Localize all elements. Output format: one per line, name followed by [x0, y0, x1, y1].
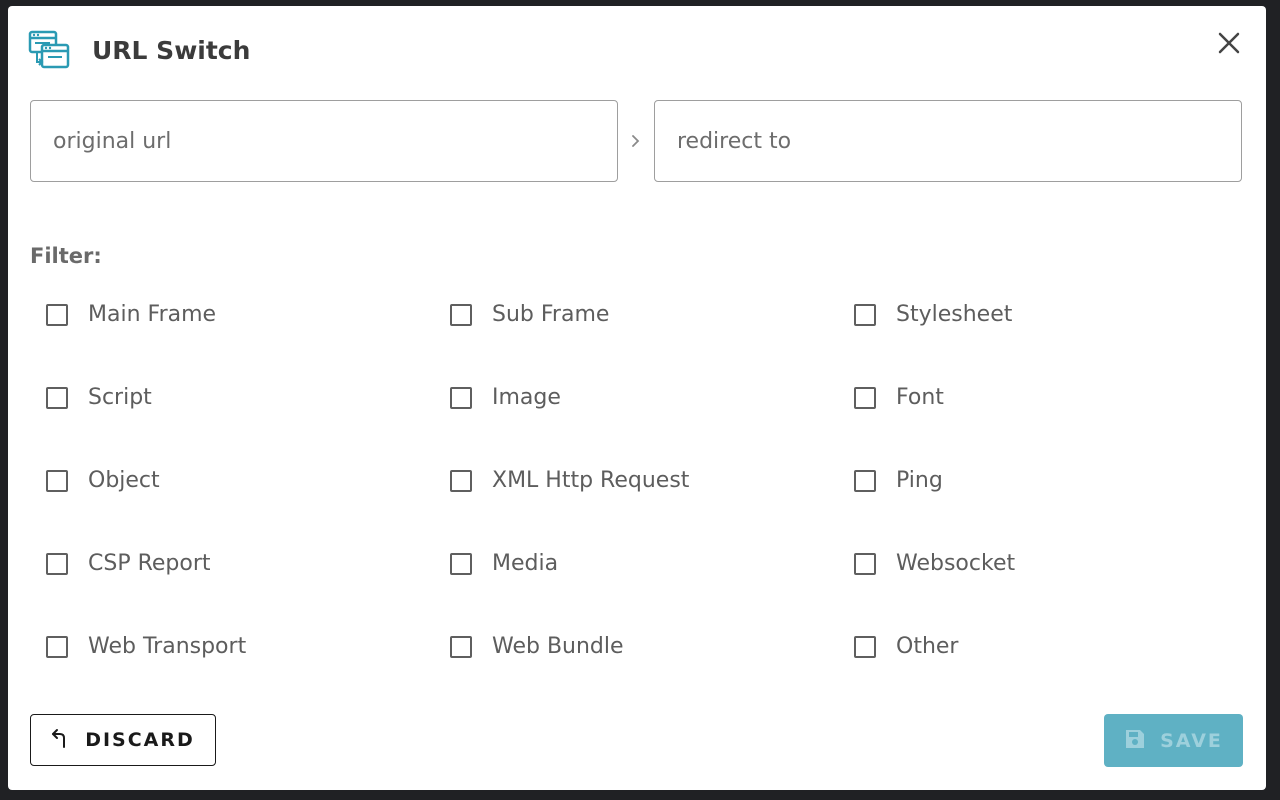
filter-option-label: XML Http Request	[492, 468, 690, 493]
url-switch-app-icon	[28, 29, 70, 71]
sub-frame-checkbox[interactable]	[450, 304, 472, 326]
filter-option-label: Object	[88, 468, 160, 493]
object-checkbox[interactable]	[46, 470, 68, 492]
other-checkbox[interactable]	[854, 636, 876, 658]
font-checkbox[interactable]	[854, 387, 876, 409]
filter-xml-http-request[interactable]: XML Http Request	[450, 463, 854, 546]
original-url-input[interactable]	[30, 100, 618, 182]
web-transport-checkbox[interactable]	[46, 636, 68, 658]
filter-web-bundle[interactable]: Web Bundle	[450, 629, 854, 712]
filter-script[interactable]: Script	[46, 380, 450, 463]
dialog-header: URL Switch	[28, 28, 250, 72]
filter-media[interactable]: Media	[450, 546, 854, 629]
filter-image[interactable]: Image	[450, 380, 854, 463]
save-label: SAVE	[1160, 729, 1223, 752]
filter-option-label: CSP Report	[88, 551, 211, 576]
filter-ping[interactable]: Ping	[854, 463, 1226, 546]
filter-websocket[interactable]: Websocket	[854, 546, 1226, 629]
filter-option-label: Main Frame	[88, 302, 217, 327]
filter-option-label: Media	[492, 551, 559, 576]
dialog-title: URL Switch	[92, 35, 251, 65]
stylesheet-checkbox[interactable]	[854, 304, 876, 326]
ping-checkbox[interactable]	[854, 470, 876, 492]
filter-other[interactable]: Other	[854, 629, 1226, 712]
filter-option-label: Stylesheet	[896, 302, 1013, 327]
filter-stylesheet[interactable]: Stylesheet	[854, 297, 1226, 380]
filter-option-label: Web Bundle	[492, 634, 624, 659]
close-icon[interactable]	[1214, 28, 1244, 58]
filter-main-frame[interactable]: Main Frame	[46, 297, 450, 380]
filter-option-label: Sub Frame	[492, 302, 610, 327]
filter-csp-report[interactable]: CSP Report	[46, 546, 450, 629]
web-bundle-checkbox[interactable]	[450, 636, 472, 658]
url-mapping-row	[30, 100, 1244, 184]
filter-font[interactable]: Font	[854, 380, 1226, 463]
filter-web-transport[interactable]: Web Transport	[46, 629, 450, 712]
main-frame-checkbox[interactable]	[46, 304, 68, 326]
xml-http-request-checkbox[interactable]	[450, 470, 472, 492]
filter-option-label: Websocket	[896, 551, 1016, 576]
filter-option-label: Script	[88, 385, 152, 410]
floppy-disk-icon	[1124, 728, 1146, 754]
script-checkbox[interactable]	[46, 387, 68, 409]
filter-option-label: Web Transport	[88, 634, 247, 659]
url-switch-dialog: URL Switch Filter: Main Frame Sub Frame …	[8, 6, 1266, 790]
image-checkbox[interactable]	[450, 387, 472, 409]
filter-option-label: Font	[896, 385, 944, 410]
filter-option-label: Ping	[896, 468, 943, 493]
undo-icon	[51, 727, 71, 753]
filter-sub-frame[interactable]: Sub Frame	[450, 297, 854, 380]
filter-options: Main Frame Sub Frame Stylesheet Script I…	[46, 297, 1226, 712]
filter-label: Filter:	[30, 244, 102, 268]
chevron-right-icon	[628, 128, 644, 154]
filter-object[interactable]: Object	[46, 463, 450, 546]
csp-report-checkbox[interactable]	[46, 553, 68, 575]
filter-option-label: Other	[896, 634, 959, 659]
discard-button[interactable]: DISCARD	[30, 714, 216, 766]
redirect-url-input[interactable]	[654, 100, 1242, 182]
websocket-checkbox[interactable]	[854, 553, 876, 575]
save-button[interactable]: SAVE	[1104, 714, 1243, 767]
filter-option-label: Image	[492, 385, 561, 410]
media-checkbox[interactable]	[450, 553, 472, 575]
discard-label: DISCARD	[85, 729, 195, 751]
